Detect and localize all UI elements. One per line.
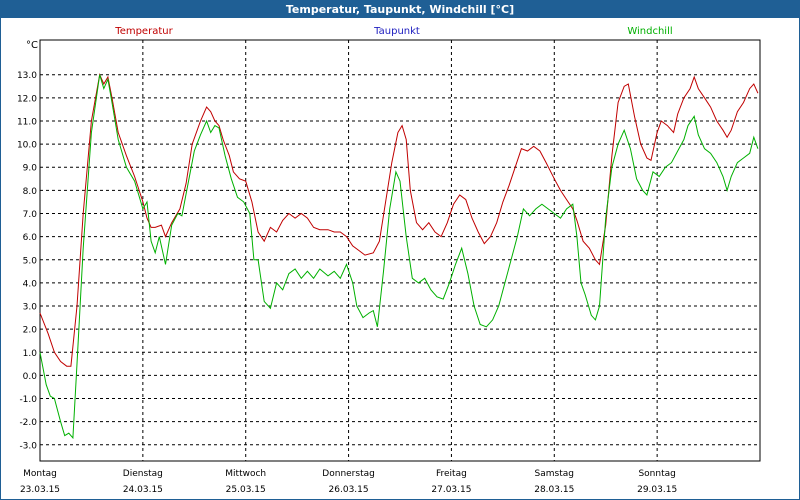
x-day-label: Sonntag — [638, 469, 675, 479]
y-tick-label: 10.0 — [17, 141, 37, 151]
y-tick-label: 6.0 — [23, 233, 38, 243]
x-date-label: 26.03.15 — [329, 485, 369, 495]
y-axis-unit-label: °C — [26, 40, 38, 51]
y-tick-label: -2.0 — [19, 418, 37, 428]
x-day-label: Dienstag — [123, 469, 163, 479]
x-date-label: 24.03.15 — [123, 485, 163, 495]
chart-svg: 13.0 12.0 11.0 10.0 9.0 8.0 7.0 6.0 5.0 4.0 3.0 2.0… — [17, 26, 761, 495]
plot-area — [39, 39, 761, 462]
y-tick-label: 8.0 — [23, 187, 38, 197]
x-day-label: Mittwoch — [225, 469, 266, 479]
x-day-label: Montag — [23, 469, 57, 479]
x-date-label: 29.03.15 — [637, 485, 677, 495]
x-date-label: 27.03.15 — [431, 485, 471, 495]
x-day-label: Donnerstag — [322, 469, 375, 479]
y-tick-label: 1.0 — [23, 349, 38, 359]
legend-temperatur: Temperatur — [114, 26, 173, 37]
y-tick-label: 11.0 — [17, 117, 37, 127]
y-tick-label: 9.0 — [23, 164, 38, 174]
y-tick-label: 0.0 — [23, 372, 38, 382]
y-tick-label: 4.0 — [23, 279, 38, 289]
y-tick-label: -3.0 — [19, 441, 37, 451]
y-tick-label: 13.0 — [17, 71, 37, 81]
y-tick-label: -1.0 — [19, 395, 37, 405]
y-tick-labels: 13.0 12.0 11.0 10.0 9.0 8.0 7.0 6.0 5.0 4.0 3.0 2.0… — [17, 71, 37, 451]
y-tick-label: 3.0 — [23, 303, 38, 313]
y-tick-label: 2.0 — [23, 326, 38, 336]
x-day-label: Samstag — [535, 469, 574, 479]
y-tick-label: 7.0 — [23, 210, 38, 220]
y-tick-label: 12.0 — [17, 94, 37, 104]
y-tick-label: 5.0 — [23, 256, 38, 266]
x-date-label: 28.03.15 — [534, 485, 574, 495]
x-tick-labels: Montag 23.03.15 Dienstag 24.03.15 Mittwoch 25… — [20, 469, 677, 495]
x-day-label: Freitag — [436, 469, 467, 479]
legend-windchill: Windchill — [627, 26, 672, 37]
x-date-label: 25.03.15 — [226, 485, 266, 495]
legend-taupunkt: Taupunkt — [373, 26, 420, 37]
x-date-label: 23.03.15 — [20, 485, 60, 495]
